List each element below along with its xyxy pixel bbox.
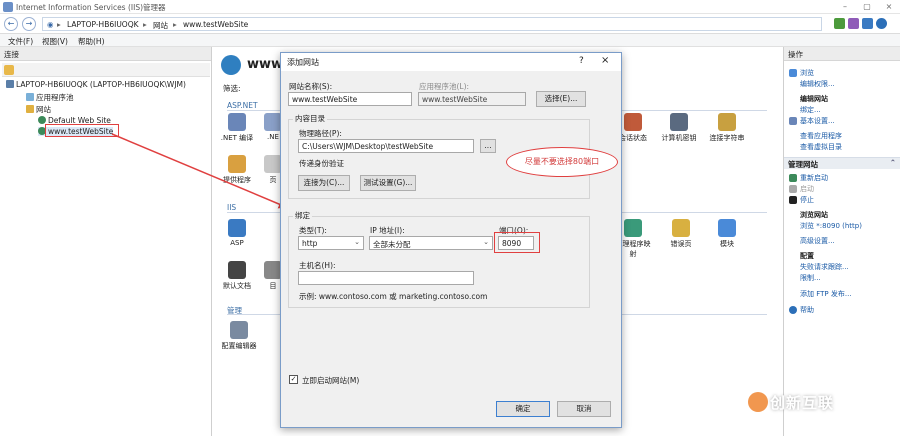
site-name-label: 网站名称(S):	[289, 82, 333, 91]
dialog-title: 添加网站	[281, 53, 621, 71]
ip-select[interactable]: 全部未分配 ⌄	[369, 236, 493, 250]
add-website-dialog: 添加网站 ? × 网站名称(S): www.testWebSite 应用程序池(…	[280, 52, 622, 428]
cancel-button[interactable]: 取消	[557, 401, 611, 417]
type-select[interactable]: http ⌄	[298, 236, 364, 250]
annotation-note: 尽量不要选择80端口	[506, 147, 618, 177]
physical-path-label: 物理路径(P):	[299, 129, 342, 138]
chevron-down-icon: ⌄	[354, 238, 360, 246]
browse-path-button[interactable]: ...	[480, 139, 496, 153]
dialog-close-button[interactable]: ×	[601, 55, 609, 66]
host-input[interactable]	[298, 271, 474, 285]
app-pool-label: 应用程序池(L):	[419, 82, 470, 91]
pass-auth-label: 传递身份验证	[299, 159, 344, 168]
site-name-input[interactable]: www.testWebSite	[288, 92, 412, 106]
app-pool-input: www.testWebSite	[418, 92, 526, 106]
start-immediately-label: 立即启动网站(M)	[302, 376, 360, 385]
dialog-help-button[interactable]: ?	[579, 56, 584, 66]
annotation-port-highlight	[494, 232, 540, 253]
binding-label: 绑定	[293, 210, 312, 221]
test-settings-button[interactable]: 测试设置(G)...	[360, 175, 416, 191]
host-example-text: 示例: www.contoso.com 或 marketing.contoso.…	[299, 292, 488, 301]
watermark-text: 创新互联	[770, 394, 835, 412]
physical-path-input[interactable]: C:\Users\WJM\Desktop\testWebSite	[298, 139, 474, 153]
type-label: 类型(T):	[299, 226, 327, 235]
ip-label: IP 地址(I):	[370, 226, 405, 235]
arrow-site-to-dialog	[111, 133, 288, 209]
select-app-pool-button[interactable]: 选择(E)...	[536, 91, 586, 107]
start-immediately-checkbox[interactable]: ✓	[289, 375, 298, 384]
content-dir-label: 内容目录	[293, 113, 327, 124]
chevron-down-icon: ⌄	[483, 238, 489, 246]
host-label: 主机名(H):	[299, 261, 336, 270]
connect-as-button[interactable]: 连接为(C)...	[298, 175, 350, 191]
ok-button[interactable]: 确定	[496, 401, 550, 417]
watermark-logo-icon	[748, 392, 768, 412]
